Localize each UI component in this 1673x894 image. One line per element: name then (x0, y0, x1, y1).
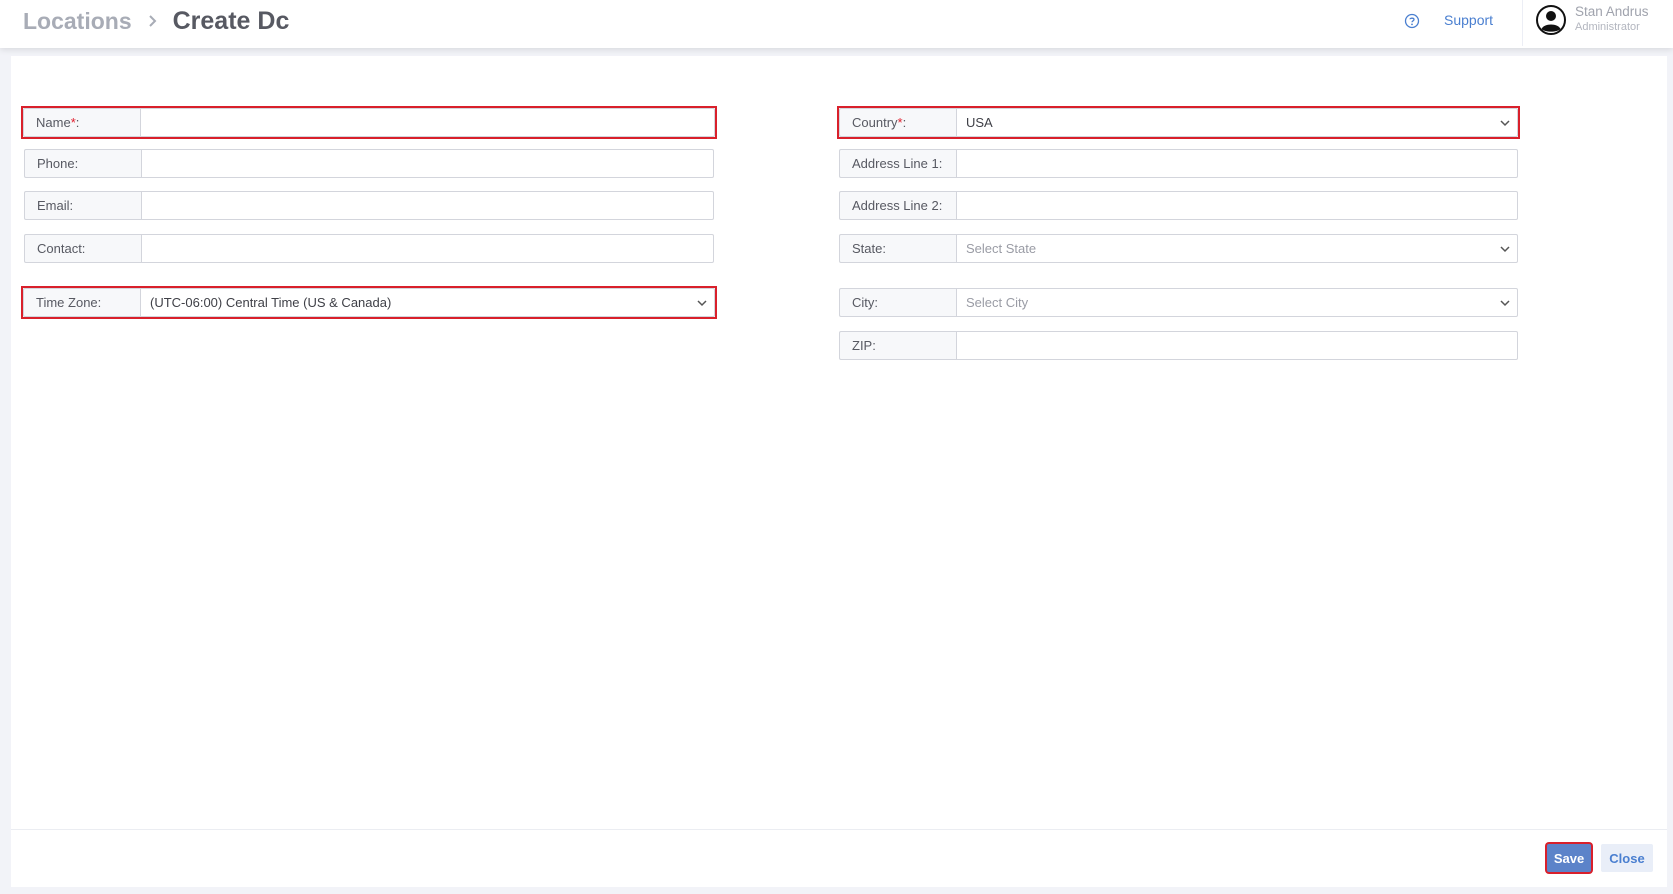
email-row: Email: (24, 191, 714, 220)
contact-label: Contact: (24, 234, 141, 263)
contact-row: Contact: (24, 234, 714, 263)
chevron-down-icon (1500, 246, 1510, 253)
close-button[interactable]: Close (1601, 844, 1653, 872)
address2-row: Address Line 2: (839, 191, 1518, 220)
chevron-down-icon (697, 300, 707, 307)
user-name: Stan Andrus (1575, 4, 1649, 19)
footer-divider (11, 829, 1667, 830)
page-title: Create Dc (172, 6, 290, 35)
timezone-label: Time Zone: (23, 288, 140, 317)
timezone-row: Time Zone: (UTC-06:00) Central Time (US … (21, 286, 717, 319)
address1-input[interactable] (956, 149, 1518, 178)
phone-label: Phone: (24, 149, 141, 178)
name-row: Name *: (21, 106, 717, 139)
country-select[interactable]: USA (956, 108, 1518, 137)
state-placeholder: Select State (966, 241, 1037, 256)
country-row: Country *: USA (837, 106, 1520, 139)
email-input[interactable] (141, 191, 714, 220)
state-label: State: (839, 234, 956, 263)
top-header: Locations Create Dc Support Stan Andrus … (0, 0, 1673, 48)
email-label: Email: (24, 191, 141, 220)
address1-row: Address Line 1: (839, 149, 1518, 178)
chevron-right-icon (148, 15, 157, 27)
timezone-select[interactable]: (UTC-06:00) Central Time (US & Canada) (140, 288, 715, 317)
chevron-down-icon (1500, 120, 1510, 127)
address2-input[interactable] (956, 191, 1518, 220)
state-row: State: Select State (839, 234, 1518, 263)
address1-label: Address Line 1: (839, 149, 956, 178)
contact-input[interactable] (141, 234, 714, 263)
chevron-down-icon (1500, 300, 1510, 307)
name-input[interactable] (140, 108, 715, 137)
city-label: City: (839, 288, 956, 317)
city-placeholder: Select City (966, 295, 1029, 310)
breadcrumb: Locations Create Dc (23, 4, 289, 38)
name-label-text: Name (36, 115, 71, 130)
user-menu[interactable]: Stan Andrus Administrator (1522, 0, 1668, 46)
city-row: City: Select City (839, 288, 1518, 317)
label-colon: : (75, 115, 80, 130)
zip-input[interactable] (956, 331, 1518, 360)
country-label: Country *: (839, 108, 956, 137)
zip-row: ZIP: (839, 331, 1518, 360)
timezone-value: (UTC-06:00) Central Time (US & Canada) (150, 295, 392, 310)
country-label-text: Country (852, 115, 898, 130)
zip-label: ZIP: (839, 331, 956, 360)
name-label: Name *: (23, 108, 140, 137)
label-colon: : (902, 115, 907, 130)
help-icon[interactable] (1404, 13, 1420, 29)
address2-label: Address Line 2: (839, 191, 956, 220)
phone-input[interactable] (141, 149, 714, 178)
breadcrumb-locations[interactable]: Locations (23, 8, 132, 35)
form-panel: Name *: Phone: Email: Contact: Time Zone:… (11, 56, 1667, 887)
save-button[interactable]: Save (1547, 844, 1591, 872)
city-select[interactable]: Select City (956, 288, 1518, 317)
user-role: Administrator (1575, 21, 1640, 33)
support-link[interactable]: Support (1444, 12, 1493, 28)
country-value: USA (966, 115, 993, 130)
avatar-icon (1536, 5, 1566, 35)
phone-row: Phone: (24, 149, 714, 178)
state-select[interactable]: Select State (956, 234, 1518, 263)
